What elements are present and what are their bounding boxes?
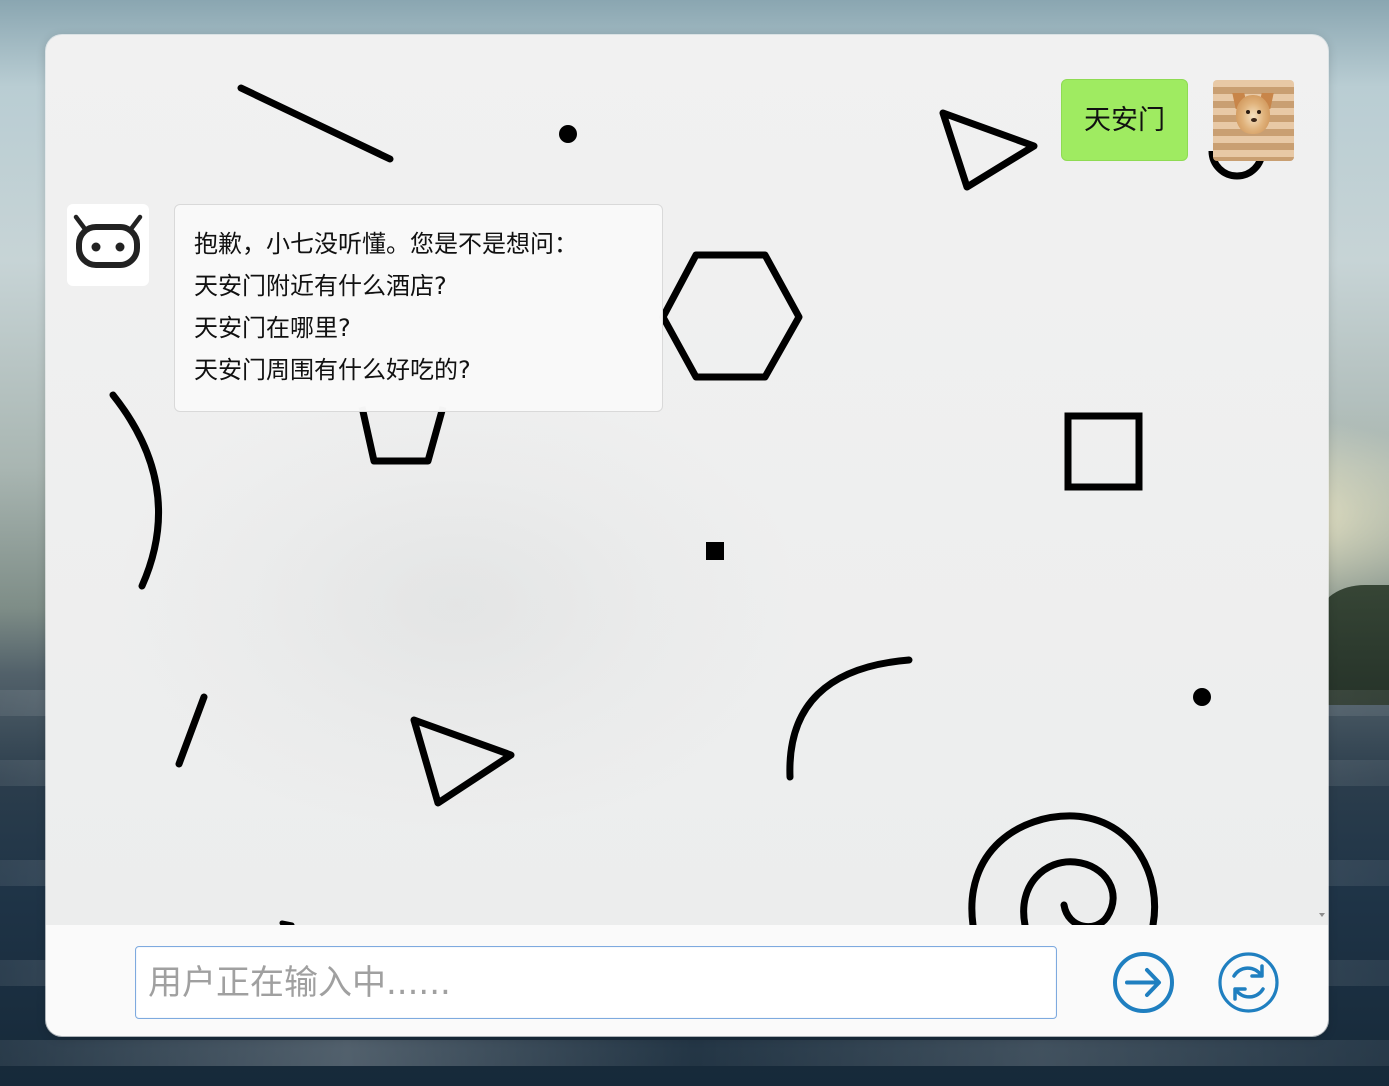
message-scrollbar[interactable] bbox=[1314, 35, 1328, 925]
decorative-triangle-top bbox=[939, 109, 1038, 191]
composer-area bbox=[46, 925, 1328, 1036]
decorative-short-line bbox=[175, 693, 208, 768]
bot-suggestion-line: 天安门在哪里? bbox=[194, 314, 351, 342]
robot-face-icon bbox=[67, 204, 149, 286]
decorative-triangle-bottom bbox=[410, 716, 515, 807]
message-input[interactable] bbox=[135, 946, 1057, 1019]
decorative-spiral bbox=[968, 812, 1159, 925]
arrow-right-circle-icon bbox=[1113, 952, 1174, 1013]
bot-message-bubble: 抱歉，小七没听懂。您是不是想问： 天安门附近有什么酒店? 天安门在哪里? 天安门… bbox=[174, 204, 663, 412]
message-history[interactable]: 天安门 抱歉，小七没听懂。您是不是想问： 天安门附近有什么酒店? 天安门在哪里?… bbox=[46, 35, 1328, 925]
background-island bbox=[1319, 585, 1389, 705]
dog-nose bbox=[1251, 118, 1257, 122]
scroll-down-arrow-icon[interactable] bbox=[1319, 913, 1325, 917]
decorative-square-outline bbox=[1064, 412, 1143, 491]
dog-face bbox=[1236, 95, 1270, 134]
bot-suggestion-line: 天安门周围有什么好吃的? bbox=[194, 356, 471, 384]
dog-eye-right bbox=[1257, 110, 1261, 114]
refresh-circle-icon bbox=[1218, 952, 1279, 1013]
refresh-button[interactable] bbox=[1217, 951, 1280, 1014]
chat-window: 天安门 抱歉，小七没听懂。您是不是想问： 天安门附近有什么酒店? 天安门在哪里?… bbox=[46, 35, 1328, 1036]
dog-eye-left bbox=[1246, 110, 1250, 114]
decorative-hexagon bbox=[659, 251, 803, 381]
decorative-shapes bbox=[109, 84, 1266, 925]
decorative-square-filled bbox=[706, 542, 724, 560]
bot-suggestion-line: 天安门附近有什么酒店? bbox=[194, 272, 447, 300]
robot-face-icon-graphic bbox=[73, 214, 143, 268]
user-message-bubble: 天安门 bbox=[1061, 79, 1188, 161]
bot-message-line: 抱歉，小七没听懂。您是不是想问： bbox=[194, 230, 578, 258]
decorative-line-top bbox=[237, 84, 394, 163]
decorative-dot-top bbox=[559, 125, 577, 143]
decorative-arc-left bbox=[109, 391, 162, 590]
decorative-arc-bottom bbox=[786, 656, 913, 781]
send-button[interactable] bbox=[1112, 951, 1175, 1014]
decorative-hexagon-partial bbox=[358, 406, 447, 465]
dog-avatar bbox=[1213, 80, 1294, 161]
background-wave bbox=[0, 1040, 1389, 1066]
decorative-dot-right bbox=[1193, 688, 1211, 706]
